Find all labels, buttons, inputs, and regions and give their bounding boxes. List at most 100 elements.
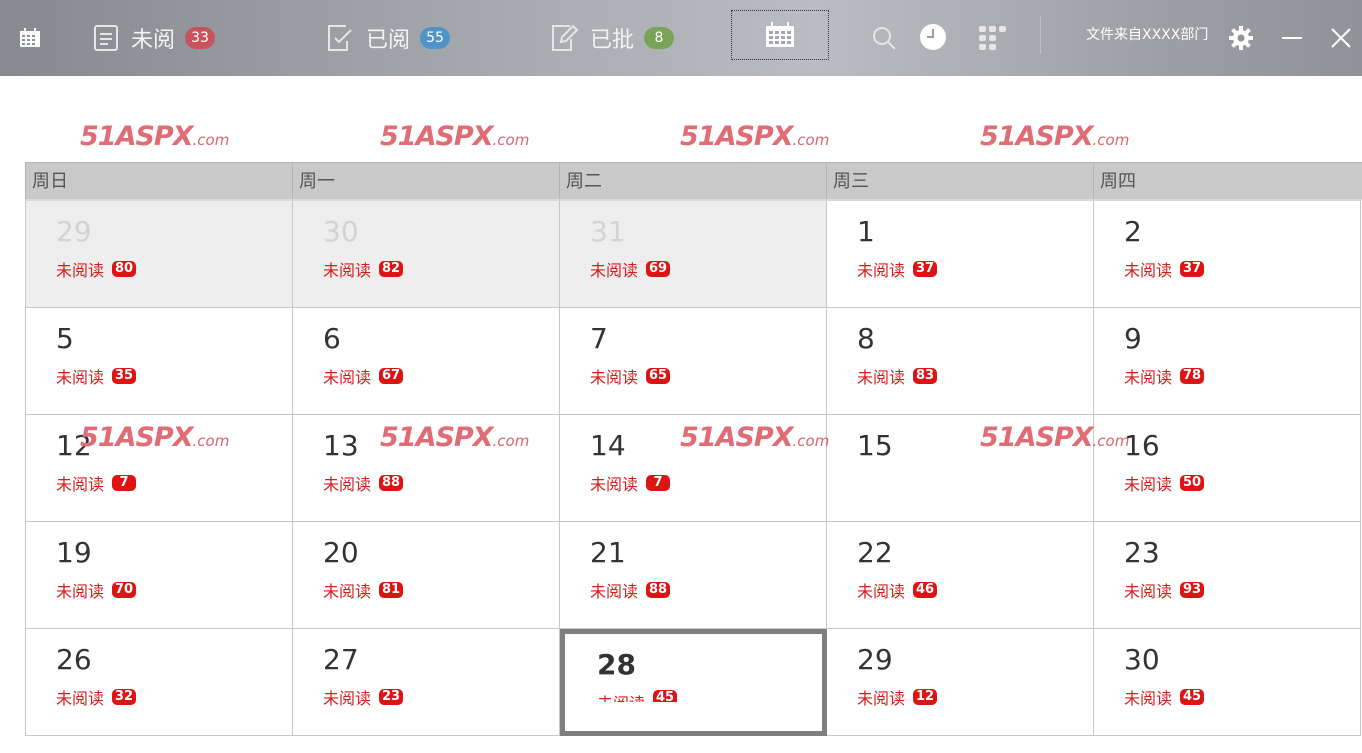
unread-indicator[interactable]: 未阅读 88 (590, 578, 671, 602)
calendar-day-cell[interactable]: 21 未阅读 88 (560, 522, 827, 629)
close-button[interactable] (1330, 0, 1352, 76)
unread-label: 未阅读 (56, 368, 105, 387)
weekday-header-cell: 周日 (25, 163, 292, 199)
unread-count-badge: 69 (646, 261, 671, 277)
close-icon (1331, 28, 1351, 48)
unread-indicator[interactable]: 未阅读 70 (56, 578, 137, 602)
unread-indicator[interactable]: 未阅读 35 (56, 364, 137, 388)
clock-icon (920, 24, 946, 50)
unread-indicator[interactable]: 未阅读 69 (590, 257, 671, 281)
calendar-day-cell-today[interactable]: 28 未阅读 45 (560, 629, 827, 736)
unread-indicator[interactable]: 未阅读 12 (857, 685, 938, 709)
unread-indicator[interactable]: 未阅读 81 (323, 578, 404, 602)
tab-unread[interactable]: 未阅 33 (93, 0, 216, 76)
unread-label: 未阅读 (1124, 582, 1173, 601)
day-number: 20 (323, 536, 359, 569)
tab-read[interactable]: 已阅 55 (326, 0, 451, 76)
unread-indicator[interactable]: 未阅读 88 (323, 471, 404, 495)
unread-indicator[interactable]: 未阅读 37 (857, 257, 938, 281)
unread-indicator[interactable]: 未阅读 7 (56, 471, 137, 495)
calendar-day-cell[interactable]: 1 未阅读 37 (827, 201, 1094, 308)
calendar-day-cell[interactable]: 9 未阅读 78 (1094, 308, 1361, 415)
unread-indicator[interactable]: 未阅读 80 (56, 257, 137, 281)
unread-indicator[interactable]: 未阅读 32 (56, 685, 137, 709)
tab-approved[interactable]: 已批 8 (550, 0, 675, 76)
toolbar-divider (1040, 16, 1041, 54)
calendar-day-cell[interactable]: 27 未阅读 23 (293, 629, 560, 736)
unread-indicator[interactable]: 未阅读 82 (323, 257, 404, 281)
settings-button[interactable] (1228, 0, 1254, 76)
unread-count-badge: 65 (646, 368, 671, 384)
unread-count-badge: 37 (1180, 261, 1205, 277)
tab-approved-label: 已批 (590, 28, 635, 53)
document-check-icon (328, 25, 352, 51)
unread-indicator[interactable]: 未阅读 83 (857, 364, 938, 388)
calendar-day-cell[interactable]: 22 未阅读 46 (827, 522, 1094, 629)
weekday-header-cell: 周三 (826, 163, 1093, 199)
calendar-day-cell[interactable]: 30 未阅读 82 (293, 201, 560, 308)
watermark: 51ASPX.com (80, 121, 230, 152)
unread-indicator[interactable]: 未阅读 50 (1124, 471, 1205, 495)
calendar-day-cell[interactable]: 31 未阅读 69 (560, 201, 827, 308)
unread-count-badge: 83 (913, 368, 938, 384)
unread-label: 未阅读 (857, 689, 906, 708)
day-number: 30 (323, 215, 359, 248)
calendar-day-cell[interactable]: 26 未阅读 32 (26, 629, 293, 736)
calendar-day-cell[interactable]: 12 未阅读 7 (26, 415, 293, 522)
unread-indicator[interactable]: 未阅读 67 (323, 364, 404, 388)
history-button[interactable] (918, 0, 948, 76)
unread-indicator[interactable]: 未阅读 65 (590, 364, 671, 388)
calendar-view-button[interactable] (731, 10, 829, 60)
unread-count-badge: 93 (1180, 582, 1205, 598)
unread-count-badge: 37 (913, 261, 938, 277)
search-button[interactable] (871, 0, 897, 76)
calendar-day-cell[interactable]: 2 未阅读 37 (1094, 201, 1361, 308)
calendar-day-cell[interactable]: 5 未阅读 35 (26, 308, 293, 415)
tab-unread-label: 未阅 (131, 28, 176, 53)
unread-label: 未阅读 (56, 261, 105, 280)
day-number: 14 (590, 429, 626, 462)
unread-label: 未阅读 (323, 261, 372, 280)
apps-button[interactable] (978, 0, 1008, 76)
unread-count-badge: 45 (653, 690, 678, 702)
unread-label: 未阅读 (857, 368, 906, 387)
unread-indicator[interactable]: 未阅读 37 (1124, 257, 1205, 281)
calendar-day-cell[interactable]: 14 未阅读 7 (560, 415, 827, 522)
document-icon (94, 25, 118, 51)
calendar-day-cell[interactable]: 29 未阅读 80 (26, 201, 293, 308)
day-number: 13 (323, 429, 359, 462)
calendar-day-cell[interactable]: 20 未阅读 81 (293, 522, 560, 629)
unread-indicator[interactable]: 未阅读 45 (597, 690, 678, 702)
unread-count-badge: 70 (112, 582, 137, 598)
calendar-day-cell[interactable]: 13 未阅读 88 (293, 415, 560, 522)
calendar-day-cell[interactable]: 29 未阅读 12 (827, 629, 1094, 736)
unread-count-badge: 81 (379, 582, 404, 598)
calendar-day-cell[interactable]: 15 (827, 415, 1094, 522)
day-number: 12 (56, 429, 92, 462)
day-number: 29 (857, 643, 893, 676)
calendar-day-cell[interactable]: 16 未阅读 50 (1094, 415, 1361, 522)
unread-count-badge: 78 (1180, 368, 1205, 384)
calendar-day-cell[interactable]: 6 未阅读 67 (293, 308, 560, 415)
unread-count-badge: 88 (379, 475, 404, 491)
unread-indicator[interactable]: 未阅读 78 (1124, 364, 1205, 388)
day-number: 22 (857, 536, 893, 569)
calendar-day-cell[interactable]: 8 未阅读 83 (827, 308, 1094, 415)
minimize-button[interactable] (1281, 0, 1303, 76)
day-number: 1 (857, 215, 875, 248)
calendar-day-cell[interactable]: 30 未阅读 45 (1094, 629, 1361, 736)
unread-label: 未阅读 (590, 261, 639, 280)
unread-indicator[interactable]: 未阅读 93 (1124, 578, 1205, 602)
unread-label: 未阅读 (323, 475, 372, 494)
unread-indicator[interactable]: 未阅读 46 (857, 578, 938, 602)
watermark: 51ASPX.com (980, 121, 1130, 152)
calendar-day-cell[interactable]: 7 未阅读 65 (560, 308, 827, 415)
day-number: 16 (1124, 429, 1160, 462)
unread-indicator[interactable]: 未阅读 45 (1124, 685, 1205, 709)
day-number: 8 (857, 322, 875, 355)
unread-indicator[interactable]: 未阅读 7 (590, 471, 671, 495)
calendar-day-cell[interactable]: 23 未阅读 93 (1094, 522, 1361, 629)
unread-indicator[interactable]: 未阅读 23 (323, 685, 404, 709)
calendar-menu-icon[interactable] (19, 0, 41, 76)
calendar-day-cell[interactable]: 19 未阅读 70 (26, 522, 293, 629)
